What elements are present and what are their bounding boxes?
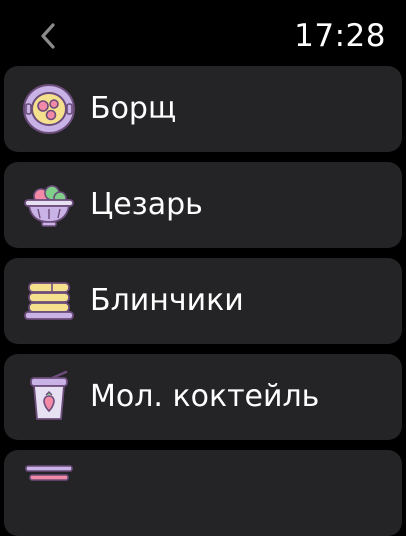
milkshake-icon [22, 370, 76, 424]
back-button[interactable] [30, 18, 66, 54]
list-item-label: Цезарь [90, 187, 203, 222]
pancakes-icon [22, 274, 76, 328]
chevron-left-icon [41, 23, 55, 49]
list-item-borscht[interactable]: Борщ [4, 66, 402, 152]
list-item-label: Блинчики [90, 283, 244, 318]
list-item-sushi[interactable] [4, 450, 402, 536]
list-item-milkshake[interactable]: Мол. коктейль [4, 354, 402, 440]
list-item-pancakes[interactable]: Блинчики [4, 258, 402, 344]
sushi-chopsticks-icon [22, 460, 76, 514]
list-item-caesar[interactable]: Цезарь [4, 162, 402, 248]
soup-bowl-icon [22, 82, 76, 136]
clock: 17:28 [294, 18, 386, 54]
status-bar: 17:28 [0, 0, 406, 66]
list-item-label: Мол. коктейль [90, 379, 320, 414]
list-item-label: Борщ [90, 91, 177, 126]
salad-bowl-icon [22, 178, 76, 232]
